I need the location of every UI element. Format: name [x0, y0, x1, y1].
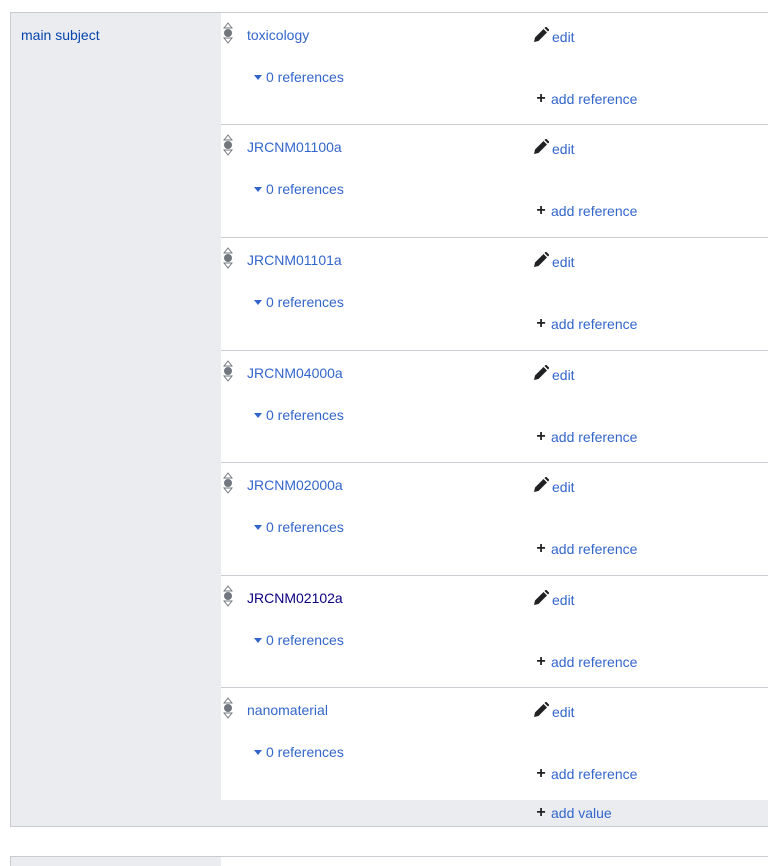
edit-label: edit — [552, 140, 575, 157]
statement-value-link[interactable]: JRCNM01101a — [247, 252, 342, 268]
statement-group-main-subject: main subject toxicology edit 0 reference… — [10, 12, 768, 827]
statement-value-link[interactable]: JRCNM04000a — [247, 365, 343, 381]
pencil-icon — [533, 26, 550, 46]
plus-icon: + — [536, 653, 546, 670]
pencil-icon — [533, 364, 550, 384]
statement: toxicology edit 0 references + add refer… — [221, 13, 768, 125]
triangle-down-icon — [254, 186, 262, 192]
references-label: 0 references — [266, 294, 344, 310]
plus-icon: + — [536, 90, 546, 107]
plus-icon: + — [536, 428, 546, 445]
edit-button[interactable]: edit — [533, 251, 575, 271]
references-label: 0 references — [266, 744, 344, 760]
edit-label: edit — [552, 253, 575, 270]
add-reference-button[interactable]: + add reference — [535, 90, 638, 108]
edit-button[interactable]: edit — [533, 138, 575, 158]
add-reference-button[interactable]: + add reference — [535, 202, 638, 220]
plus-icon: + — [536, 202, 546, 219]
references-toggle[interactable]: 0 references — [254, 632, 344, 648]
edit-button[interactable]: edit — [533, 364, 575, 384]
pencil-icon — [533, 589, 550, 609]
edit-label: edit — [552, 478, 575, 495]
edit-button[interactable]: edit — [533, 476, 575, 496]
normal-rank-icon[interactable] — [222, 134, 234, 156]
statement: JRCNM02102a edit 0 references + add refe… — [221, 576, 768, 688]
edit-label: edit — [552, 591, 575, 608]
statement: JRCNM04000a edit 0 references + add refe… — [221, 351, 768, 463]
pencil-icon — [533, 251, 550, 271]
edit-label: edit — [552, 703, 575, 720]
add-reference-label: add reference — [551, 203, 638, 219]
add-reference-label: add reference — [551, 91, 638, 107]
edit-button[interactable]: edit — [533, 589, 575, 609]
statement-value-link[interactable]: toxicology — [247, 27, 309, 43]
add-value-bar: + add value — [221, 798, 768, 828]
statement-value-link[interactable]: nanomaterial — [247, 702, 328, 718]
references-label: 0 references — [266, 407, 344, 423]
statement-value-link[interactable]: JRCNM02102a — [247, 590, 343, 606]
plus-icon: + — [536, 315, 546, 332]
add-reference-label: add reference — [551, 766, 638, 782]
add-reference-label: add reference — [551, 541, 638, 557]
normal-rank-icon[interactable] — [222, 247, 234, 269]
references-toggle[interactable]: 0 references — [254, 181, 344, 197]
pencil-icon — [533, 138, 550, 158]
triangle-down-icon — [254, 74, 262, 80]
statement: nanomaterial edit 0 references + add ref… — [221, 688, 768, 800]
add-reference-button[interactable]: + add reference — [535, 540, 638, 558]
normal-rank-icon[interactable] — [222, 697, 234, 719]
add-reference-button[interactable]: + add reference — [535, 765, 638, 783]
next-statement-group — [10, 856, 768, 866]
statement-value-link[interactable]: JRCNM02000a — [247, 477, 343, 493]
edit-label: edit — [552, 366, 575, 383]
add-reference-label: add reference — [551, 654, 638, 670]
triangle-down-icon — [254, 637, 262, 643]
references-toggle[interactable]: 0 references — [254, 519, 344, 535]
statement-list: toxicology edit 0 references + add refer… — [221, 13, 768, 800]
references-toggle[interactable]: 0 references — [254, 744, 344, 760]
references-label: 0 references — [266, 181, 344, 197]
statement: JRCNM02000a edit 0 references + add refe… — [221, 463, 768, 576]
add-reference-label: add reference — [551, 429, 638, 445]
statement: JRCNM01101a edit 0 references + add refe… — [221, 238, 768, 351]
triangle-down-icon — [254, 524, 262, 530]
add-reference-button[interactable]: + add reference — [535, 428, 638, 446]
references-toggle[interactable]: 0 references — [254, 294, 344, 310]
pencil-icon — [533, 476, 550, 496]
edit-button[interactable]: edit — [533, 26, 575, 46]
plus-icon: + — [536, 804, 546, 821]
add-reference-label: add reference — [551, 316, 638, 332]
normal-rank-icon[interactable] — [222, 22, 234, 44]
triangle-down-icon — [254, 749, 262, 755]
add-reference-button[interactable]: + add reference — [535, 315, 638, 333]
normal-rank-icon[interactable] — [222, 585, 234, 607]
pencil-icon — [533, 701, 550, 721]
normal-rank-icon[interactable] — [222, 472, 234, 494]
add-value-label: add value — [551, 805, 612, 821]
references-toggle[interactable]: 0 references — [254, 69, 344, 85]
triangle-down-icon — [254, 299, 262, 305]
references-label: 0 references — [266, 632, 344, 648]
plus-icon: + — [536, 540, 546, 557]
plus-icon: + — [536, 765, 546, 782]
add-value-button[interactable]: + add value — [535, 804, 612, 822]
references-toggle[interactable]: 0 references — [254, 407, 344, 423]
normal-rank-icon[interactable] — [222, 360, 234, 382]
statement: JRCNM01100a edit 0 references + add refe… — [221, 125, 768, 238]
statement-value-link[interactable]: JRCNM01100a — [247, 139, 342, 155]
property-label[interactable]: main subject — [21, 27, 211, 43]
references-label: 0 references — [266, 69, 344, 85]
edit-label: edit — [552, 28, 575, 45]
edit-button[interactable]: edit — [533, 701, 575, 721]
add-reference-button[interactable]: + add reference — [535, 653, 638, 671]
triangle-down-icon — [254, 412, 262, 418]
references-label: 0 references — [266, 519, 344, 535]
